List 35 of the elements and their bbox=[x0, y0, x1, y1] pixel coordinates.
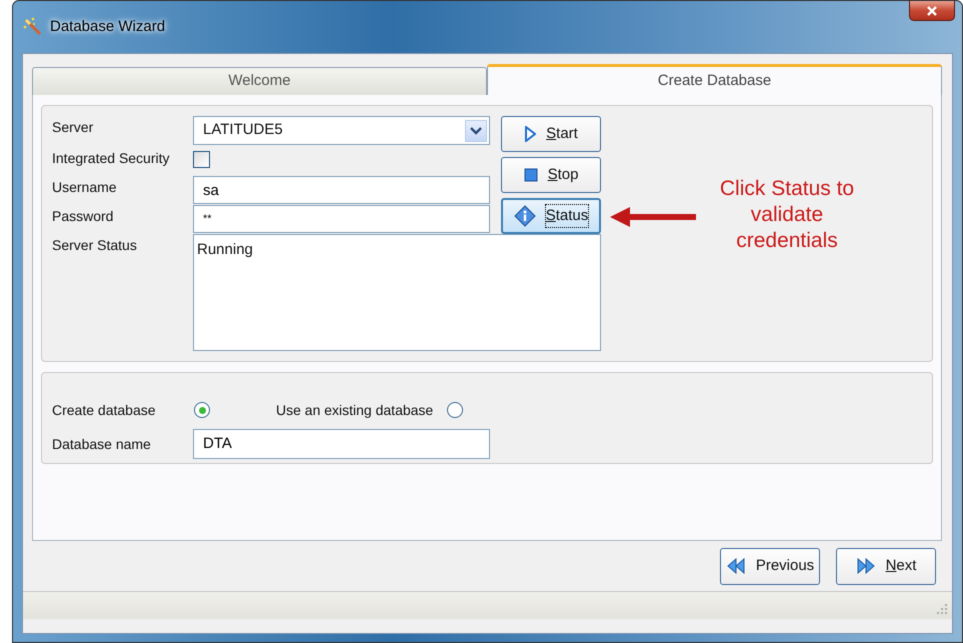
close-button[interactable] bbox=[909, 1, 955, 21]
previous-button[interactable]: Previous bbox=[720, 548, 820, 584]
stop-icon bbox=[524, 168, 538, 182]
radio-button[interactable] bbox=[194, 402, 210, 418]
close-icon bbox=[926, 6, 938, 16]
tab[interactable]: Welcome bbox=[32, 67, 487, 95]
server-status-field[interactable]: Running bbox=[193, 234, 601, 351]
dropdown-value: LATITUDE5 bbox=[203, 120, 283, 140]
tab[interactable]: Create Database bbox=[487, 64, 942, 95]
field-label: Password bbox=[52, 207, 114, 226]
radio-button[interactable] bbox=[447, 402, 464, 418]
stop-button[interactable]: Stop bbox=[501, 157, 601, 193]
field-label: Database name bbox=[52, 436, 152, 452]
info-icon bbox=[514, 205, 536, 227]
field-label: Server Status bbox=[52, 236, 138, 255]
radio-label: Use an existing database bbox=[276, 402, 434, 418]
window-title: Database Wizard bbox=[50, 16, 166, 37]
start-button[interactable]: Start bbox=[501, 116, 601, 152]
password-field[interactable]: ** bbox=[193, 205, 490, 233]
annotation-text: Click Status to validate credentials bbox=[718, 176, 856, 254]
play-icon bbox=[524, 126, 536, 142]
resize-grip-icon bbox=[936, 603, 948, 615]
field-label: Username bbox=[52, 178, 118, 197]
next-button[interactable]: Next bbox=[836, 548, 936, 584]
magic-wand-icon bbox=[22, 16, 44, 38]
field-label: Server bbox=[52, 118, 94, 137]
username-field[interactable]: sa bbox=[193, 176, 490, 204]
double-right-arrow-icon bbox=[856, 558, 876, 574]
server-dropdown[interactable]: LATITUDE5 bbox=[193, 116, 490, 145]
checkbox[interactable] bbox=[193, 151, 210, 168]
field-label: Integrated Security bbox=[52, 149, 171, 168]
database-name-field[interactable]: DTA bbox=[193, 428, 490, 458]
status-button[interactable]: Status bbox=[501, 198, 601, 234]
radio-label: Create database bbox=[52, 402, 157, 418]
double-left-arrow-icon bbox=[726, 558, 746, 574]
